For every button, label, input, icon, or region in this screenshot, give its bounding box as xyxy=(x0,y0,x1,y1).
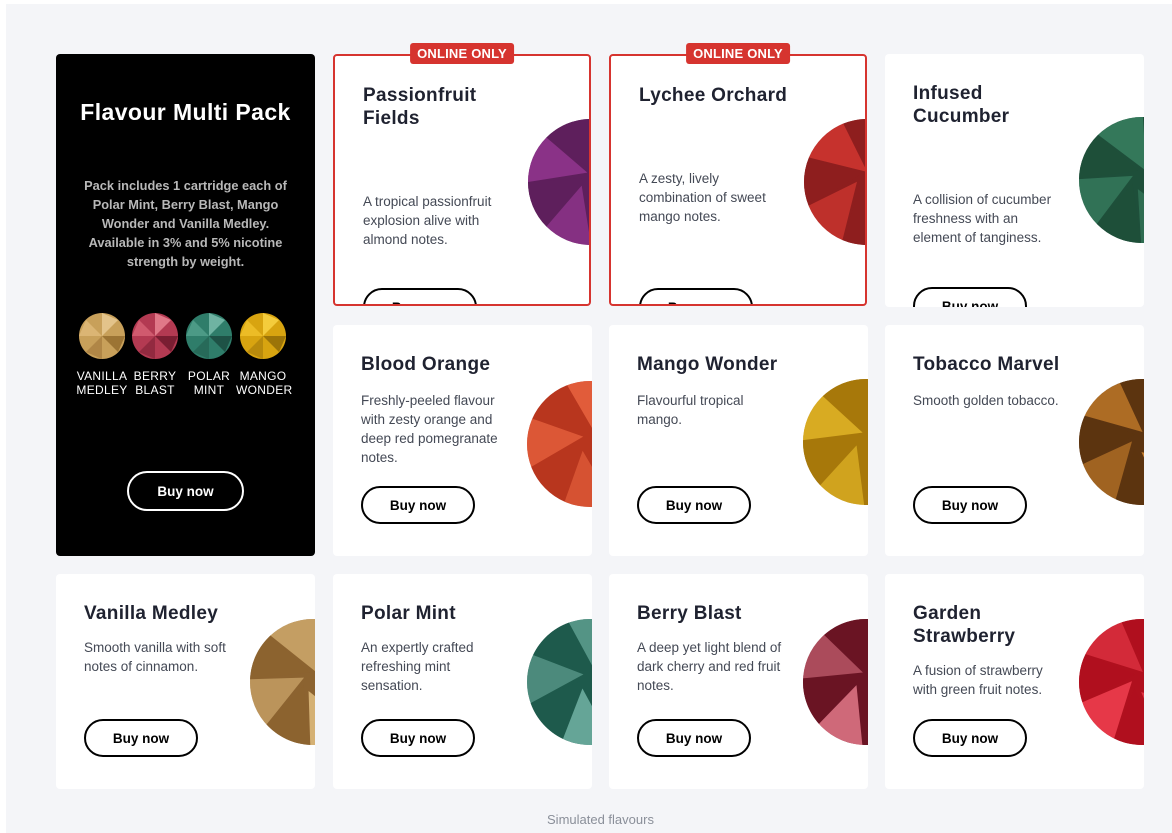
swatch-vanilla-medley: VANILLA MEDLEY xyxy=(75,312,129,397)
swatch-label: WONDER xyxy=(236,383,293,397)
product-grid-page: Flavour Multi Pack Pack includes 1 cartr… xyxy=(6,4,1172,833)
multi-pack-card: Flavour Multi Pack Pack includes 1 cartr… xyxy=(56,54,315,556)
buy-now-button[interactable]: Buy now xyxy=(361,486,475,524)
buy-now-button[interactable]: Buy now xyxy=(361,719,475,757)
polar-mint-flavour-icon xyxy=(527,619,592,745)
vanilla-medley-flavour-icon xyxy=(250,619,315,745)
berry-blast-swatch-icon xyxy=(132,313,178,359)
buy-now-button[interactable]: Buy now xyxy=(363,288,477,304)
mango-wonder-flavour-icon xyxy=(803,379,868,505)
product-card-infused-cucumber: Infused Cucumber A collision of cucumber … xyxy=(885,54,1144,307)
product-title: Infused Cucumber xyxy=(913,83,1010,127)
swatch-label: VANILLA xyxy=(76,369,128,383)
multi-pack-description: Pack includes 1 cartridge each of Polar … xyxy=(84,178,287,269)
product-card-polar-mint: Polar Mint An expertly crafted refreshing… xyxy=(333,574,592,789)
product-description: A deep yet light blend of dark cherry an… xyxy=(637,640,782,693)
product-description: An expertly crafted refreshing mint sens… xyxy=(361,640,474,693)
product-title: Tobacco Marvel xyxy=(913,354,1060,375)
buy-now-button[interactable]: Buy now xyxy=(637,719,751,757)
buy-now-button[interactable]: Buy now xyxy=(637,486,751,524)
product-title: Blood Orange xyxy=(361,354,491,375)
buy-now-button[interactable]: Buy now xyxy=(913,719,1027,757)
swatch-label: BERRY xyxy=(133,369,177,383)
product-description: A tropical passionfruit explosion alive … xyxy=(363,194,492,247)
mango-wonder-swatch-icon xyxy=(240,313,286,359)
product-description: A zesty, lively combination of sweet man… xyxy=(639,171,766,224)
product-card-mango-wonder: Mango Wonder Flavourful tropical mango. Bu… xyxy=(609,325,868,556)
buy-now-button[interactable]: Buy now xyxy=(84,719,198,757)
product-title: Vanilla Medley xyxy=(84,603,219,624)
buy-now-button[interactable]: Buy now xyxy=(913,486,1027,524)
product-card-passionfruit-fields: Passionfruit Fields A tropical passionfru… xyxy=(333,43,591,306)
multi-pack-title: Flavour Multi Pack xyxy=(80,99,291,125)
footnote: Simulated flavours xyxy=(547,812,654,827)
berry-blast-flavour-icon xyxy=(803,619,868,745)
product-description: A collision of cucumber freshness with a… xyxy=(913,192,1052,245)
product-card-berry-blast: Berry Blast A deep yet light blend of dar… xyxy=(609,574,868,789)
lychee-orchard-flavour-icon xyxy=(804,119,865,245)
product-card-tobacco-marvel: Tobacco Marvel Smooth golden tobacco. Buy … xyxy=(885,325,1144,556)
multi-pack-buy-now-button[interactable]: Buy now xyxy=(127,471,244,511)
product-description: Smooth golden tobacco. xyxy=(913,393,1059,408)
swatch-berry-blast: BERRY BLAST xyxy=(128,312,182,397)
product-card-garden-strawberry: Garden Strawberry A fusion of strawberry … xyxy=(885,574,1144,789)
product-title: Garden Strawberry xyxy=(913,603,1016,647)
product-title: Berry Blast xyxy=(637,603,742,624)
vanilla-medley-swatch-icon xyxy=(79,313,125,359)
product-title: Lychee Orchard xyxy=(639,85,788,106)
product-card-lychee-orchard: Lychee Orchard A zesty, lively combinatio… xyxy=(609,43,867,306)
blood-orange-flavour-icon xyxy=(527,381,592,507)
swatch-mango-wonder: MANGO WONDER xyxy=(236,312,293,397)
swatch-label: MINT xyxy=(193,383,225,397)
product-title: Mango Wonder xyxy=(637,354,778,375)
tobacco-marvel-flavour-icon xyxy=(1079,379,1144,505)
passionfruit-fields-flavour-icon xyxy=(528,119,589,245)
product-description: A fusion of strawberry with green fruit … xyxy=(913,663,1043,697)
product-card-vanilla-medley: Vanilla Medley Smooth vanilla with soft n… xyxy=(56,574,315,789)
product-title: Polar Mint xyxy=(361,603,456,624)
swatch-polar-mint: POLAR MINT xyxy=(182,312,236,397)
buy-now-button[interactable]: Buy now xyxy=(639,288,753,304)
online-only-badge: ONLINE ONLY xyxy=(410,43,514,64)
product-card-blood-orange: Blood Orange Freshly-peeled flavour with … xyxy=(333,325,592,556)
swatch-label: MANGO xyxy=(239,369,287,383)
polar-mint-swatch-icon xyxy=(186,313,232,359)
product-title: Passionfruit Fields xyxy=(363,85,477,129)
online-only-badge: ONLINE ONLY xyxy=(686,43,790,64)
swatch-label: POLAR xyxy=(187,369,231,383)
buy-now-button[interactable]: Buy now xyxy=(913,287,1027,307)
infused-cucumber-flavour-icon xyxy=(1079,117,1144,243)
product-description: Smooth vanilla with soft notes of cinnam… xyxy=(84,640,226,674)
garden-strawberry-flavour-icon xyxy=(1079,619,1144,745)
product-description: Freshly-peeled flavour with zesty orange… xyxy=(361,393,498,465)
swatch-label: BLAST xyxy=(135,383,175,397)
swatch-label: MEDLEY xyxy=(76,383,128,397)
product-description: Flavourful tropical mango. xyxy=(637,393,744,427)
